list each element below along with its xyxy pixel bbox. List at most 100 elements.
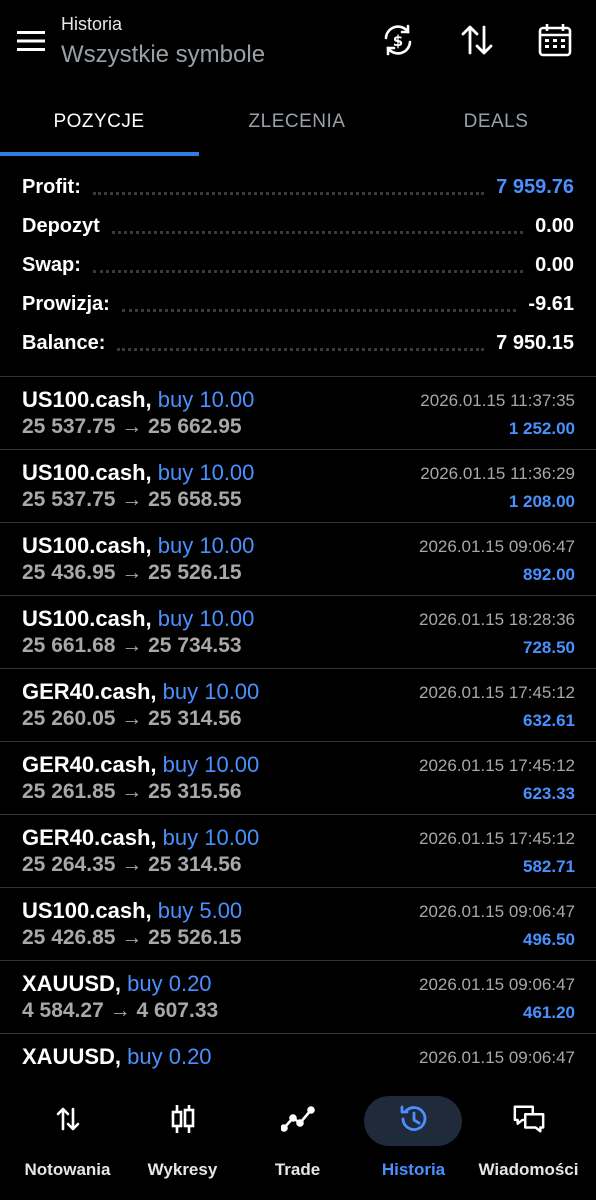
screen-subtitle: Historia <box>61 14 123 34</box>
position-side-volume: buy 5.00 <box>157 898 243 923</box>
nav-label: Notowania <box>24 1160 111 1179</box>
position-prices: 25 436.95 → 25 526.15 <box>22 561 242 585</box>
position-prices: 25 264.35 → 25 314.56 <box>22 853 242 877</box>
position-profit: 728.50 <box>523 638 575 657</box>
summary-profit-value: 7 959.76 <box>496 176 574 198</box>
position-row[interactable]: XAUUSD, buy 0.20 4 584.27 → 4 607.33 202… <box>0 961 596 1034</box>
position-profit: 892.00 <box>523 565 575 584</box>
tab-deals[interactable]: DEALS <box>397 100 595 158</box>
summary-balance-value: 7 950.15 <box>496 332 574 354</box>
position-row[interactable]: US100.cash, buy 10.00 25 537.75 → 25 658… <box>0 450 596 523</box>
position-symbol: US100.cash, <box>22 387 152 412</box>
position-side-volume: buy 0.20 <box>127 971 212 996</box>
open-price: 25 537.75 <box>22 415 116 438</box>
open-price: 25 661.68 <box>22 634 116 657</box>
candlestick-chart-icon <box>166 1102 200 1136</box>
history-icon <box>397 1102 431 1136</box>
position-side-volume: buy 10.00 <box>157 533 255 558</box>
close-price: 25 314.56 <box>148 853 242 876</box>
menu-button[interactable] <box>12 22 50 60</box>
summary-commission-value: -9.61 <box>528 293 574 315</box>
position-symbol: XAUUSD, <box>22 971 122 996</box>
position-row[interactable]: GER40.cash, buy 10.00 25 261.85 → 25 315… <box>0 742 596 815</box>
symbol-filter-title[interactable]: Wszystkie symbole <box>61 38 265 72</box>
position-time: 2026.01.15 17:45:12 <box>419 683 575 702</box>
position-symbol: GER40.cash, <box>22 825 157 850</box>
open-price: 25 426.85 <box>22 926 116 949</box>
position-symbol: US100.cash, <box>22 606 152 631</box>
calendar-icon <box>538 24 572 57</box>
summary-label: Balance: <box>22 332 106 354</box>
open-price: 25 260.05 <box>22 707 116 730</box>
quotes-icon <box>51 1102 85 1136</box>
position-row[interactable]: US100.cash, buy 10.00 25 537.75 → 25 662… <box>0 377 596 450</box>
sort-button[interactable] <box>455 18 499 62</box>
position-symbol: US100.cash, <box>22 898 152 923</box>
position-prices: 25 426.85 → 25 526.15 <box>22 926 242 950</box>
arrow-right-icon: → <box>121 415 143 438</box>
position-row[interactable]: US100.cash, buy 5.00 25 426.85 → 25 526.… <box>0 888 596 961</box>
arrow-right-icon: → <box>121 707 143 730</box>
summary-deposit-value: 0.00 <box>535 215 574 237</box>
sort-icon <box>461 25 493 55</box>
position-symbol-line: XAUUSD, buy 0.20 <box>22 971 212 997</box>
position-time: 2026.01.15 17:45:12 <box>419 829 575 848</box>
position-symbol: GER40.cash, <box>22 752 157 777</box>
position-symbol-line: US100.cash, buy 10.00 <box>22 533 254 559</box>
position-prices: 25 661.68 → 25 734.53 <box>22 634 242 658</box>
arrow-right-icon: → <box>121 634 143 657</box>
position-profit: 623.33 <box>523 784 575 803</box>
close-price: 25 658.55 <box>148 488 242 511</box>
summary-label: Prowizja: <box>22 293 110 315</box>
open-price: 4 584.27 <box>22 999 104 1022</box>
trade-line-icon <box>280 1102 315 1136</box>
currency-button[interactable]: $ <box>376 18 420 62</box>
position-symbol-line: US100.cash, buy 10.00 <box>22 606 254 632</box>
position-row[interactable]: US100.cash, buy 10.00 25 661.68 → 25 734… <box>0 596 596 669</box>
position-row[interactable]: US100.cash, buy 10.00 25 436.95 → 25 526… <box>0 523 596 596</box>
position-profit: 1 252.00 <box>508 419 575 438</box>
position-side-volume: buy 10.00 <box>162 752 260 777</box>
tab-positions[interactable]: POZYCJE <box>0 100 198 158</box>
position-time: 2026.01.15 17:45:12 <box>419 756 575 775</box>
calendar-button[interactable] <box>533 18 577 62</box>
position-profit: 496.50 <box>523 930 575 949</box>
summary-row-deposit: Depozyt 0.00 <box>0 207 596 246</box>
close-price: 25 526.15 <box>148 561 242 584</box>
tab-orders[interactable]: ZLECENIA <box>198 100 396 158</box>
arrow-right-icon: → <box>109 999 131 1022</box>
position-symbol-line: US100.cash, buy 5.00 <box>22 898 242 924</box>
nav-quotes[interactable]: Notowania <box>8 1094 127 1190</box>
arrow-right-icon: → <box>121 488 143 511</box>
messages-icon <box>512 1102 546 1136</box>
position-symbol-line: XAUUSD, buy 0.20 <box>22 1044 212 1070</box>
nav-label: Wiadomości <box>478 1160 579 1179</box>
position-time: 2026.01.15 11:37:35 <box>420 391 575 410</box>
open-price: 25 537.75 <box>22 488 116 511</box>
position-row[interactable]: GER40.cash, buy 10.00 25 260.05 → 25 314… <box>0 669 596 742</box>
position-prices: 4 584.27 → 4 607.33 <box>22 999 218 1023</box>
close-price: 25 314.56 <box>148 707 242 730</box>
position-time: 2026.01.15 11:36:29 <box>420 464 575 483</box>
nav-trade[interactable]: Trade <box>238 1094 357 1190</box>
position-row[interactable]: GER40.cash, buy 10.00 25 264.35 → 25 314… <box>0 815 596 888</box>
nav-messages[interactable]: Wiadomości <box>469 1094 588 1190</box>
position-side-volume: buy 0.20 <box>127 1044 212 1069</box>
svg-text:$: $ <box>393 32 403 50</box>
summary-row-profit: Profit: 7 959.76 <box>0 168 596 207</box>
close-price: 25 526.15 <box>148 926 242 949</box>
open-price: 25 261.85 <box>22 780 116 803</box>
position-prices: 25 261.85 → 25 315.56 <box>22 780 242 804</box>
arrow-right-icon: → <box>121 853 143 876</box>
position-symbol: XAUUSD, <box>22 1044 122 1069</box>
position-side-volume: buy 10.00 <box>157 460 255 485</box>
currency-exchange-icon: $ <box>384 24 412 56</box>
dotted-leader <box>117 348 485 351</box>
nav-charts[interactable]: Wykresy <box>123 1094 242 1190</box>
position-symbol: GER40.cash, <box>22 679 157 704</box>
position-time: 2026.01.15 09:06:47 <box>419 902 575 921</box>
top-app-bar: Historia Wszystkie symbole $ <box>0 0 596 92</box>
summary-row-balance: Balance: 7 950.15 <box>0 324 596 363</box>
nav-history[interactable]: Historia <box>354 1094 473 1190</box>
close-price: 25 734.53 <box>148 634 242 657</box>
